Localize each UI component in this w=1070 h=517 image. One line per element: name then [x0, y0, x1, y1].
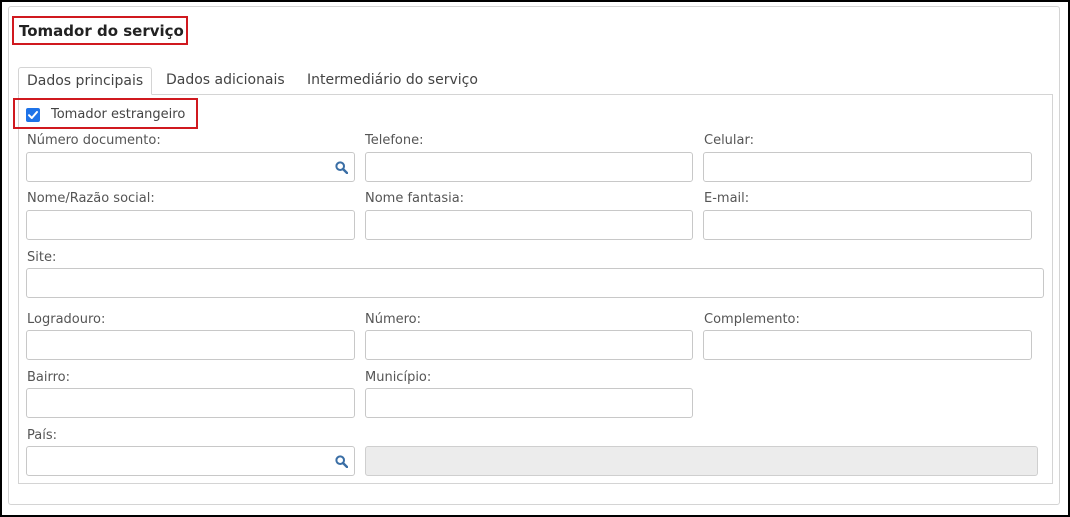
numero-documento-input[interactable] [26, 152, 355, 182]
celular-input[interactable] [703, 152, 1032, 182]
email-input[interactable] [703, 210, 1032, 240]
complemento-label: Complemento: [704, 312, 800, 327]
email-label: E-mail: [704, 191, 750, 206]
logradouro-input[interactable] [26, 330, 355, 360]
telefone-input[interactable] [365, 152, 693, 182]
tomador-estrangeiro-checkbox[interactable] [26, 108, 40, 122]
section-title: Tomador do serviço [19, 22, 184, 40]
municipio-label: Município: [365, 370, 432, 385]
nome-fantasia-input[interactable] [365, 210, 693, 240]
pais-label: País: [27, 428, 57, 443]
pais-input[interactable] [26, 446, 355, 476]
search-icon[interactable] [335, 455, 348, 468]
nome-fantasia-label: Nome fantasia: [365, 191, 465, 206]
nome-razao-social-input[interactable] [26, 210, 355, 240]
search-icon[interactable] [335, 161, 348, 174]
logradouro-label: Logradouro: [27, 312, 106, 327]
nome-razao-social-label: Nome/Razão social: [27, 191, 155, 206]
numero-label: Número: [365, 312, 422, 327]
bairro-label: Bairro: [27, 370, 71, 385]
numero-input[interactable] [365, 330, 693, 360]
tab-intermediario-servico[interactable]: Intermediário do serviço [299, 67, 486, 95]
telefone-label: Telefone: [365, 133, 424, 148]
numero-documento-label: Número documento: [27, 133, 161, 148]
municipio-input[interactable] [365, 388, 693, 418]
tab-dados-principais[interactable]: Dados principais [18, 67, 152, 95]
site-input[interactable] [26, 268, 1044, 298]
tab-dados-adicionais[interactable]: Dados adicionais [158, 67, 293, 95]
tomador-estrangeiro-label: Tomador estrangeiro [51, 107, 186, 122]
complemento-input[interactable] [703, 330, 1032, 360]
bairro-input[interactable] [26, 388, 355, 418]
celular-label: Celular: [704, 133, 755, 148]
pais-description-field [365, 446, 1038, 476]
checkmark-icon [28, 111, 38, 119]
site-label: Site: [27, 250, 57, 265]
